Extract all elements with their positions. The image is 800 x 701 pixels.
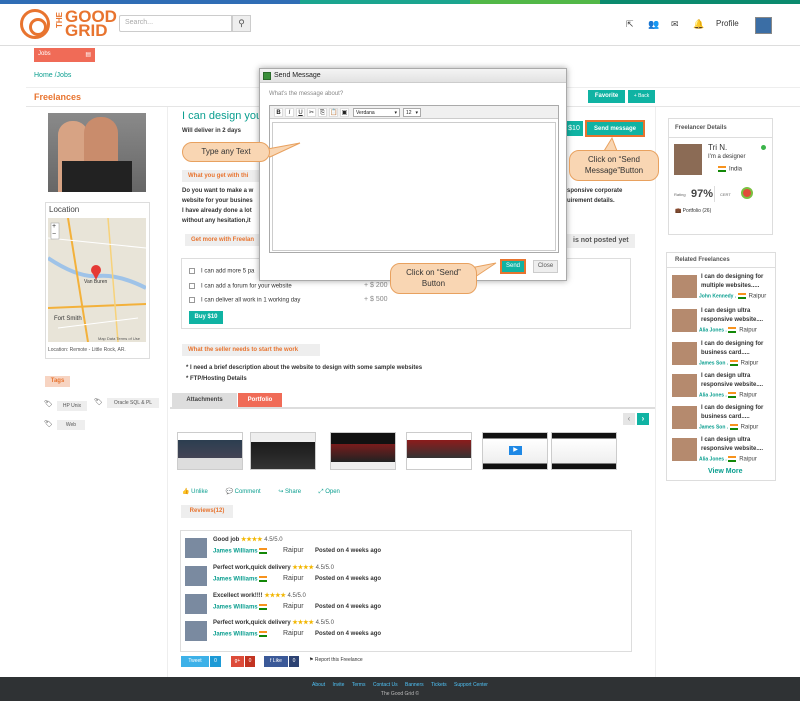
callout-send-message: Click on “Send Message”Button <box>569 150 659 181</box>
page: THE GOOD GRID Search... ⚲ ⇱ 👥 ✉ 🔔 Profil… <box>0 0 800 701</box>
callout-tails <box>260 136 618 280</box>
callout-type-text: Type any Text <box>182 142 270 162</box>
callout-send: Click on “Send” Button <box>390 263 477 294</box>
